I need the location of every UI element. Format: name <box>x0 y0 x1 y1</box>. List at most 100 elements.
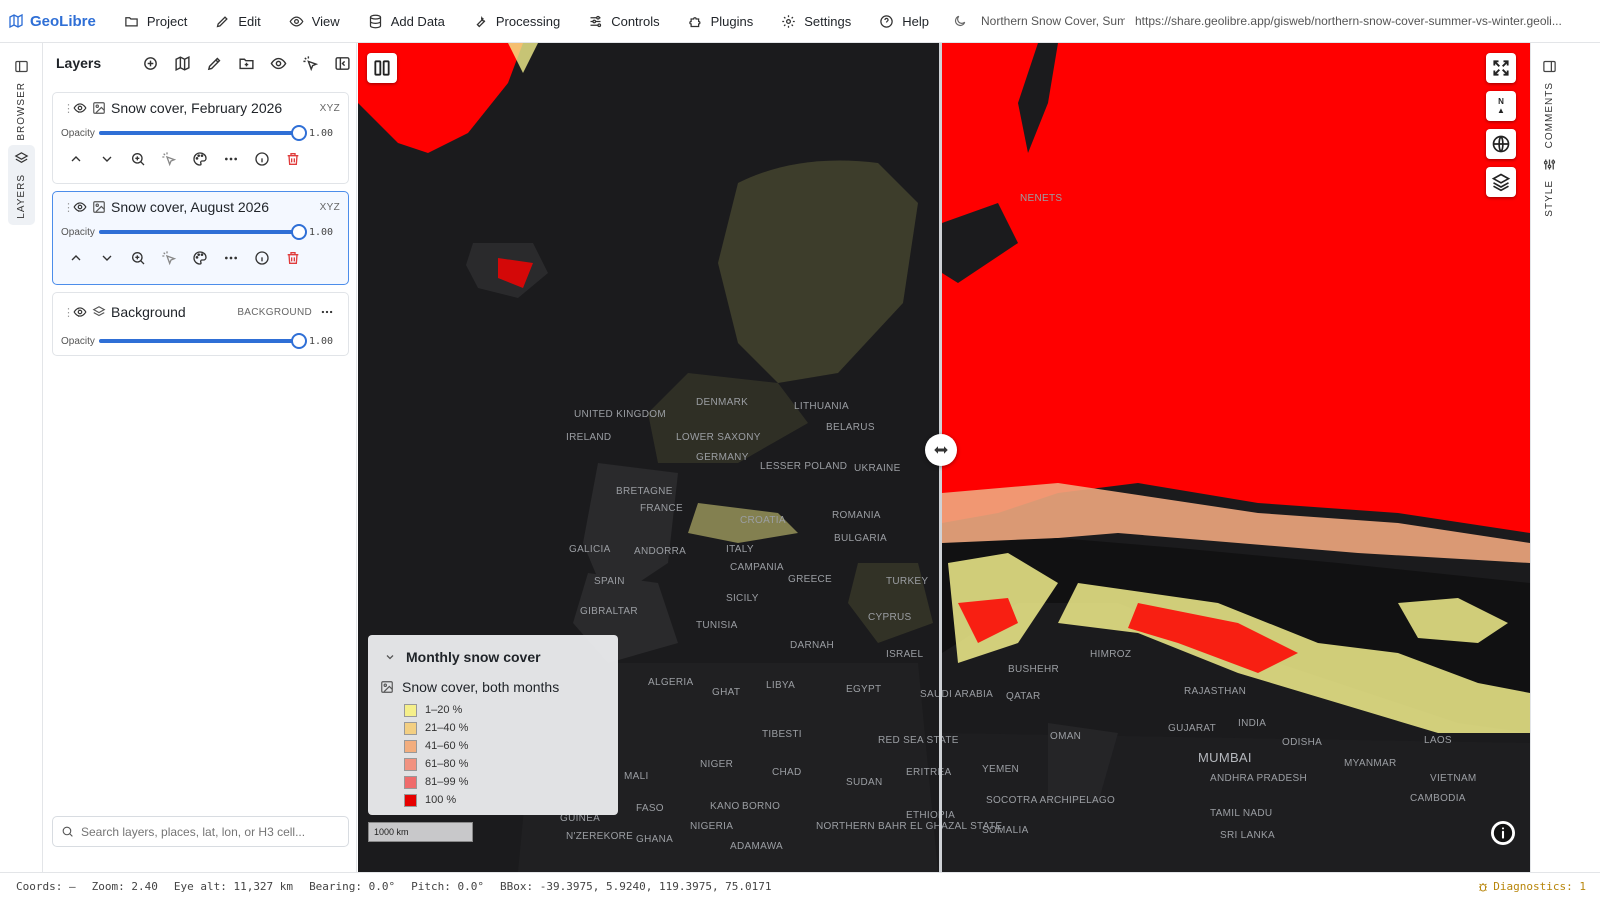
layer-card-aug[interactable]: ⋮⋮ Snow cover, August 2026 XYZ Opacity 1… <box>52 191 349 285</box>
menu-plugins-label: Plugins <box>710 13 754 29</box>
drag-handle-icon[interactable]: ⋮⋮ <box>63 306 84 319</box>
opacity-slider[interactable] <box>99 224 307 240</box>
opacity-row: Opacity 1.00 <box>53 222 348 242</box>
rail-comments-tab[interactable]: COMMENTS <box>1536 53 1563 154</box>
opacity-row: Opacity 1.00 <box>53 331 348 351</box>
map-label: LIBYA <box>766 680 796 691</box>
identify-icon[interactable] <box>302 55 319 72</box>
layer-header: ⋮⋮ Snow cover, February 2026 XYZ <box>53 93 348 123</box>
layer-card-feb[interactable]: ⋮⋮ Snow cover, February 2026 XYZ Opacity… <box>52 92 349 184</box>
slider-thumb[interactable] <box>291 333 307 349</box>
slider-thumb[interactable] <box>291 125 307 141</box>
eye-icon[interactable] <box>73 101 87 115</box>
draw-icon[interactable] <box>206 55 223 72</box>
add-layer-icon[interactable] <box>142 55 159 72</box>
layer-name[interactable]: Background <box>111 304 237 320</box>
menu-processing[interactable]: Processing <box>459 0 574 43</box>
menu-help[interactable]: Help <box>865 0 943 43</box>
map-label: MALI <box>624 771 649 782</box>
map-label: ISRAEL <box>886 649 924 660</box>
opacity-slider[interactable] <box>99 333 307 349</box>
theme-toggle[interactable] <box>943 14 975 28</box>
palette-icon[interactable] <box>192 151 208 167</box>
top-menu-bar: GeoLibre Project Edit View Add Data Proc… <box>0 0 1600 43</box>
menu-add-data[interactable]: Add Data <box>354 0 459 43</box>
more-icon[interactable] <box>223 250 239 266</box>
drag-handle-icon[interactable]: ⋮⋮ <box>63 201 84 214</box>
diagnostics-button[interactable]: Diagnostics: 1 <box>1477 880 1586 893</box>
share-url[interactable]: https://share.geolibre.app/gisweb/northe… <box>1125 14 1565 28</box>
collapse-panel-icon[interactable] <box>334 55 351 72</box>
move-down-icon[interactable] <box>99 250 115 266</box>
menu-settings[interactable]: Settings <box>767 0 865 43</box>
menu-plugins[interactable]: Plugins <box>674 0 768 43</box>
trash-icon[interactable] <box>285 250 301 266</box>
swipe-handle[interactable] <box>925 434 957 466</box>
opacity-slider[interactable] <box>99 125 307 141</box>
map-label: ODISHA <box>1282 737 1323 748</box>
zoom-to-layer-icon[interactable] <box>130 250 146 266</box>
layer-name[interactable]: Snow cover, August 2026 <box>111 199 320 215</box>
layer-switcher-button[interactable] <box>1486 167 1516 197</box>
legend-header[interactable]: Monthly snow cover <box>368 635 618 669</box>
search-input[interactable] <box>81 824 341 839</box>
menu-view-label: View <box>311 13 340 29</box>
more-icon[interactable] <box>320 305 334 319</box>
chevron-down-icon[interactable] <box>384 651 396 663</box>
app-brand[interactable]: GeoLibre <box>0 13 110 30</box>
trash-icon[interactable] <box>285 151 301 167</box>
map-label: GHAT <box>712 687 741 698</box>
map-label: GREECE <box>788 574 833 585</box>
map-label: RED SEA STATE <box>878 735 959 746</box>
eye-icon[interactable] <box>73 200 87 214</box>
compare-toggle-button[interactable] <box>367 53 397 83</box>
add-group-icon[interactable] <box>238 55 255 72</box>
map-label: YEMEN <box>982 764 1020 775</box>
map-label: KANO <box>710 801 740 812</box>
move-up-icon[interactable] <box>68 151 84 167</box>
layer-search-box[interactable] <box>52 816 349 847</box>
legend-layer: Snow cover, both months <box>368 669 618 695</box>
menu-controls[interactable]: Controls <box>574 0 673 43</box>
map-label: N'ZEREKORE <box>566 831 634 842</box>
basemap-icon[interactable] <box>174 55 191 72</box>
drag-handle-icon[interactable]: ⋮⋮ <box>63 102 84 115</box>
project-title[interactable]: Northern Snow Cover, Summer vs Winter <box>975 14 1125 28</box>
info-icon[interactable] <box>254 250 270 266</box>
info-icon[interactable] <box>254 151 270 167</box>
palette-icon[interactable] <box>192 250 208 266</box>
attribution-button[interactable] <box>1491 821 1515 845</box>
menu-view[interactable]: View <box>275 0 354 43</box>
map-label: RAJASTHAN <box>1184 686 1247 697</box>
legend-item: 100 % <box>404 791 618 809</box>
map-label: GIBRALTAR <box>580 606 638 617</box>
map-label: NENETS <box>1020 193 1063 204</box>
rail-browser-tab[interactable]: BROWSER <box>8 53 35 147</box>
layers-toolbar <box>142 55 351 72</box>
map-label: GALICIA <box>569 544 611 555</box>
slider-thumb[interactable] <box>291 224 307 240</box>
compass-button[interactable]: N ▲ <box>1486 91 1516 121</box>
eye-icon[interactable] <box>73 305 87 319</box>
menu-project[interactable]: Project <box>110 0 201 43</box>
status-bearing: Bearing: 0.0° <box>309 880 396 893</box>
identify-icon[interactable] <box>161 151 177 167</box>
more-icon[interactable] <box>223 151 239 167</box>
zoom-to-layer-icon[interactable] <box>130 151 146 167</box>
toggle-visibility-icon[interactable] <box>270 55 287 72</box>
move-up-icon[interactable] <box>68 250 84 266</box>
globe-button[interactable] <box>1486 129 1516 159</box>
move-down-icon[interactable] <box>99 151 115 167</box>
menu-edit[interactable]: Edit <box>201 0 274 43</box>
map-icon <box>9 13 23 29</box>
identify-icon[interactable] <box>161 250 177 266</box>
fullscreen-button[interactable] <box>1486 53 1516 83</box>
map-label: MUMBAI <box>1198 750 1252 765</box>
layer-card-background[interactable]: ⋮⋮ Background BACKGROUND Opacity 1.00 <box>52 292 349 356</box>
rail-style-tab[interactable]: STYLE <box>1536 151 1563 223</box>
layers-icon <box>92 306 106 317</box>
rail-layers-tab[interactable]: LAYERS <box>8 145 35 225</box>
layer-name[interactable]: Snow cover, February 2026 <box>111 100 320 116</box>
rail-layers-label: LAYERS <box>16 174 27 219</box>
map-view[interactable]: UNITED KINGDOM IRELAND DENMARK LOWER SAX… <box>358 43 1530 872</box>
